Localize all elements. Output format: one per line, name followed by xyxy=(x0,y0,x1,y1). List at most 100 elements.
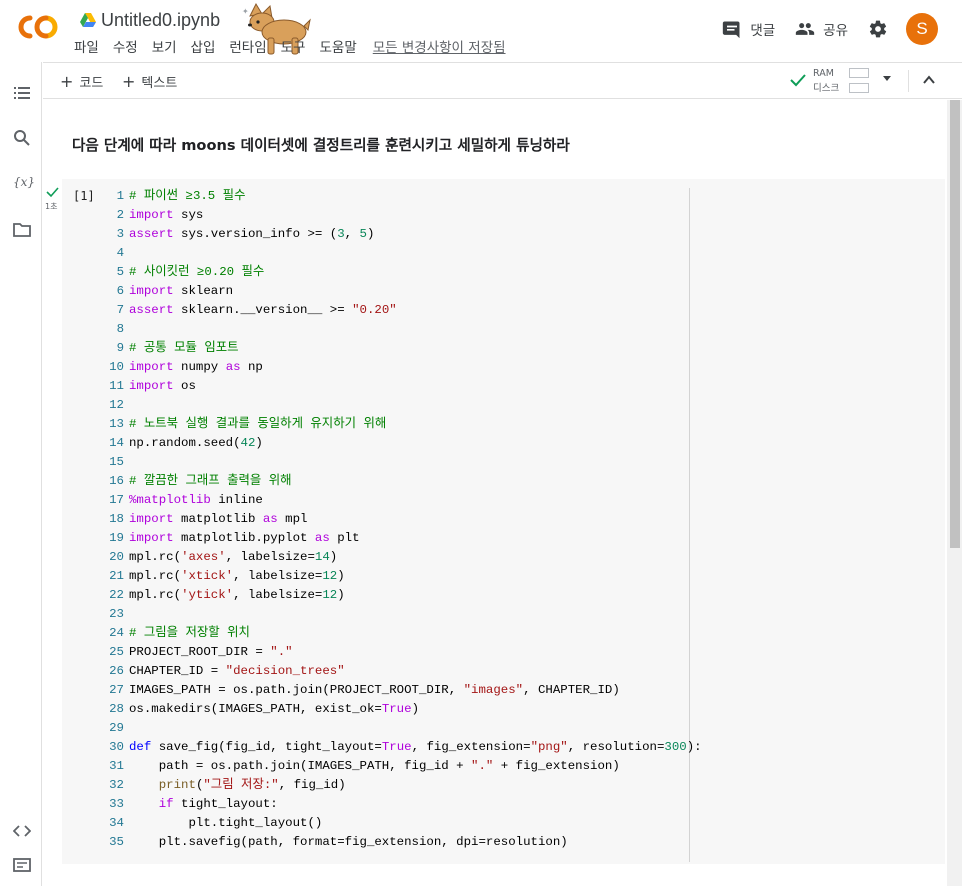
code-text[interactable]: path = os.path.join(IMAGES_PATH, fig_id … xyxy=(129,757,620,776)
code-line[interactable]: 27 IMAGES_PATH = os.path.join(PROJECT_ROO… xyxy=(100,681,702,700)
code-line[interactable]: 16 # 깔끔한 그래프 출력을 위해 xyxy=(100,472,702,491)
code-text[interactable]: plt.savefig(path, format=fig_extension, … xyxy=(129,833,568,852)
runtime-dropdown-icon[interactable] xyxy=(883,76,891,81)
code-text[interactable]: mpl.rc('xtick', labelsize=12) xyxy=(129,567,345,586)
code-line[interactable]: 3 assert sys.version_info >= (3, 5) xyxy=(100,225,702,244)
code-text[interactable]: if tight_layout: xyxy=(129,795,278,814)
toc-icon[interactable] xyxy=(13,84,31,102)
code-text[interactable]: CHAPTER_ID = "decision_trees" xyxy=(129,662,345,681)
code-line[interactable]: 22 mpl.rc('ytick', labelsize=12) xyxy=(100,586,702,605)
code-line[interactable]: 17 %matplotlib inline xyxy=(100,491,702,510)
code-line[interactable]: 31 path = os.path.join(IMAGES_PATH, fig_… xyxy=(100,757,702,776)
code-text[interactable]: # 공통 모듈 임포트 xyxy=(129,339,239,358)
code-line[interactable]: 4 xyxy=(100,244,702,263)
code-line[interactable]: 23 xyxy=(100,605,702,624)
code-line[interactable]: 33 if tight_layout: xyxy=(100,795,702,814)
line-number: 18 xyxy=(109,512,124,526)
markdown-heading[interactable]: 다음 단계에 따라 moons 데이터셋에 결정트리를 훈련시키고 세밀하게 튜… xyxy=(72,134,570,155)
code-line[interactable]: 32 print("그림 저장:", fig_id) xyxy=(100,776,702,795)
menu-help[interactable]: 도움말 xyxy=(319,36,356,56)
code-text[interactable]: # 노트북 실행 결과를 동일하게 유지하기 위해 xyxy=(129,415,386,434)
scrollbar-thumb[interactable] xyxy=(950,100,960,548)
add-text-button[interactable]: + 텍스트 xyxy=(122,72,177,91)
code-text[interactable]: mpl.rc('axes', labelsize=14) xyxy=(129,548,337,567)
code-line[interactable]: 26 CHAPTER_ID = "decision_trees" xyxy=(100,662,702,681)
code-line[interactable]: 5 # 사이킷런 ≥0.20 필수 xyxy=(100,263,702,282)
code-line[interactable]: 28 os.makedirs(IMAGES_PATH, exist_ok=True… xyxy=(100,700,702,719)
terminal-icon[interactable] xyxy=(13,856,31,874)
code-text[interactable]: import numpy as np xyxy=(129,358,263,377)
code-line[interactable]: 12 xyxy=(100,396,702,415)
code-text[interactable]: import sklearn xyxy=(129,282,233,301)
add-code-button[interactable]: + 코드 xyxy=(60,72,103,91)
notebook-title[interactable]: Untitled0.ipynb xyxy=(101,10,220,31)
code-line[interactable]: 2 import sys xyxy=(100,206,702,225)
code-line[interactable]: 10 import numpy as np xyxy=(100,358,702,377)
code-line[interactable]: 21 mpl.rc('xtick', labelsize=12) xyxy=(100,567,702,586)
resource-labels[interactable]: RAM 디스크 xyxy=(813,66,839,96)
code-text[interactable]: os.makedirs(IMAGES_PATH, exist_ok=True) xyxy=(129,700,419,719)
variables-icon[interactable]: {x} xyxy=(13,175,35,189)
code-text[interactable]: mpl.rc('ytick', labelsize=12) xyxy=(129,586,345,605)
menu-file[interactable]: 파일 xyxy=(74,36,99,56)
code-text[interactable]: def save_fig(fig_id, tight_layout=True, … xyxy=(129,738,702,757)
code-line[interactable]: 20 mpl.rc('axes', labelsize=14) xyxy=(100,548,702,567)
code-text[interactable]: import os xyxy=(129,377,196,396)
code-text[interactable]: import matplotlib.pyplot as plt xyxy=(129,529,360,548)
code-text[interactable]: # 깔끔한 그래프 출력을 위해 xyxy=(129,472,292,491)
save-status-link[interactable]: 모든 변경사항이 저장됨 xyxy=(373,36,506,56)
code-editor[interactable]: 1 # 파이썬 ≥3.5 필수 2 import sys 3 assert sys.ver… xyxy=(100,187,702,852)
execution-count[interactable]: [1] xyxy=(73,189,95,203)
line-number: 10 xyxy=(109,360,124,374)
code-text[interactable]: import matplotlib as mpl xyxy=(129,510,307,529)
share-button[interactable]: 공유 xyxy=(795,19,848,39)
code-text[interactable]: assert sklearn.__version__ >= "0.20" xyxy=(129,301,397,320)
code-text[interactable]: %matplotlib inline xyxy=(129,491,263,510)
code-text[interactable]: np.random.seed(42) xyxy=(129,434,263,453)
code-line[interactable]: 11 import os xyxy=(100,377,702,396)
code-line[interactable]: 8 xyxy=(100,320,702,339)
menu-view[interactable]: 보기 xyxy=(152,36,177,56)
menu-tools[interactable]: 도구 xyxy=(281,36,306,56)
search-icon[interactable] xyxy=(13,129,31,147)
code-line[interactable]: 7 assert sklearn.__version__ >= "0.20" xyxy=(100,301,702,320)
line-number: 19 xyxy=(109,531,124,545)
gear-icon[interactable] xyxy=(868,19,888,39)
folder-icon[interactable] xyxy=(13,221,31,239)
code-cell[interactable]: [1] 1 # 파이썬 ≥3.5 필수 2 import sys 3 assert sys… xyxy=(62,179,945,864)
code-line[interactable]: 13 # 노트북 실행 결과를 동일하게 유지하기 위해 xyxy=(100,415,702,434)
colab-logo-icon[interactable] xyxy=(16,12,60,42)
code-text[interactable]: assert sys.version_info >= (3, 5) xyxy=(129,225,374,244)
menu-insert[interactable]: 삽입 xyxy=(191,36,216,56)
drive-icon[interactable] xyxy=(80,13,96,27)
code-text[interactable]: import sys xyxy=(129,206,203,225)
code-line[interactable]: 6 import sklearn xyxy=(100,282,702,301)
code-text[interactable]: # 그림을 저장할 위치 xyxy=(129,624,250,643)
code-line[interactable]: 30 def save_fig(fig_id, tight_layout=True… xyxy=(100,738,702,757)
code-line[interactable]: 29 xyxy=(100,719,702,738)
code-line[interactable]: 24 # 그림을 저장할 위치 xyxy=(100,624,702,643)
menu-edit[interactable]: 수정 xyxy=(113,36,138,56)
code-line[interactable]: 34 plt.tight_layout() xyxy=(100,814,702,833)
code-line[interactable]: 19 import matplotlib.pyplot as plt xyxy=(100,529,702,548)
code-text[interactable]: # 파이썬 ≥3.5 필수 xyxy=(129,187,245,206)
code-line[interactable]: 14 np.random.seed(42) xyxy=(100,434,702,453)
code-line[interactable]: 18 import matplotlib as mpl xyxy=(100,510,702,529)
code-text[interactable]: IMAGES_PATH = os.path.join(PROJECT_ROOT_… xyxy=(129,681,620,700)
comments-button[interactable]: 댓글 xyxy=(722,19,775,39)
avatar[interactable]: S xyxy=(906,13,938,45)
code-line[interactable]: 25 PROJECT_ROOT_DIR = "." xyxy=(100,643,702,662)
code-line[interactable]: 35 plt.savefig(path, format=fig_extensio… xyxy=(100,833,702,852)
code-text[interactable]: PROJECT_ROOT_DIR = "." xyxy=(129,643,293,662)
code-icon[interactable] xyxy=(13,822,31,840)
line-number: 31 xyxy=(109,759,124,773)
code-line[interactable]: 15 xyxy=(100,453,702,472)
menu-runtime[interactable]: 런타임 xyxy=(229,36,266,56)
code-text[interactable]: print("그림 저장:", fig_id) xyxy=(129,776,346,795)
code-text[interactable]: plt.tight_layout() xyxy=(129,814,322,833)
code-text[interactable]: # 사이킷런 ≥0.20 필수 xyxy=(129,263,264,282)
chevron-up-icon[interactable] xyxy=(921,72,937,88)
code-line[interactable]: 9 # 공통 모듈 임포트 xyxy=(100,339,702,358)
disk-label: 디스크 xyxy=(813,83,840,94)
code-line[interactable]: 1 # 파이썬 ≥3.5 필수 xyxy=(100,187,702,206)
